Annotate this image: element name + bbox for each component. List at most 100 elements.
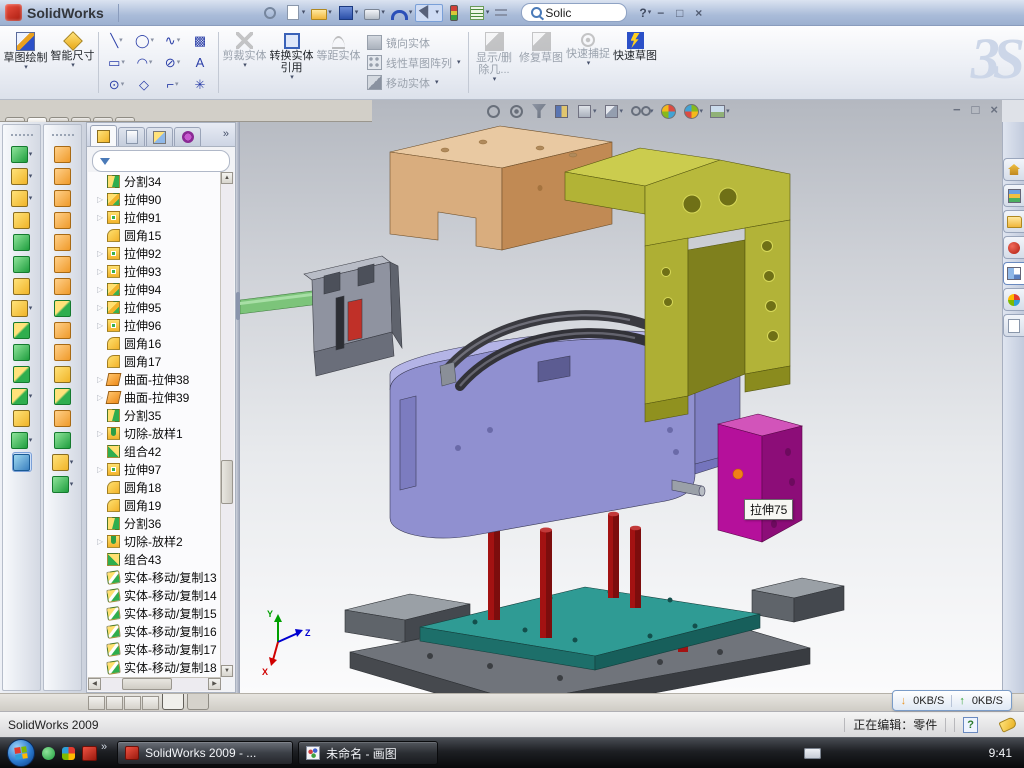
toolbar-button[interactable] bbox=[259, 4, 282, 22]
task-pane-tab[interactable] bbox=[1003, 158, 1024, 181]
ribbon-button[interactable]: 修复草图 bbox=[518, 28, 565, 97]
ribbon-button[interactable]: 快速草图 bbox=[612, 28, 659, 97]
ribbon-button[interactable]: 转换实体引用 ▾ bbox=[268, 28, 315, 97]
sketch-entity-button[interactable]: ▭ ▾ bbox=[103, 52, 130, 74]
view-tool-button[interactable]: ▾ bbox=[630, 104, 654, 118]
feature-tree-item[interactable]: 实体-移动/复制15 bbox=[88, 604, 221, 622]
scroll-thumb[interactable] bbox=[122, 678, 172, 690]
expand-arrow-icon[interactable]: ▷ bbox=[97, 285, 107, 294]
quick-launch-icon[interactable] bbox=[42, 747, 55, 760]
toolbar-button[interactable] bbox=[492, 5, 511, 20]
quick-tips-button[interactable]: ? bbox=[963, 717, 978, 733]
panel-tab[interactable] bbox=[174, 127, 201, 146]
surface-toolbar-button[interactable] bbox=[54, 189, 72, 207]
feature-toolbar-button[interactable] bbox=[13, 365, 31, 383]
feature-tree-item[interactable]: ▷ 曲面-拉伸38 bbox=[88, 370, 221, 388]
expand-arrow-icon[interactable]: ▷ bbox=[97, 537, 107, 546]
surface-toolbar-button[interactable] bbox=[54, 145, 72, 163]
sketch-entity-button[interactable]: ◇ bbox=[131, 74, 158, 96]
expand-arrow-icon[interactable]: ▷ bbox=[97, 429, 107, 438]
view-tool-button[interactable] bbox=[554, 104, 570, 119]
feature-tree-item[interactable]: 组合42 bbox=[88, 442, 221, 460]
view-tool-button[interactable] bbox=[532, 104, 547, 118]
surface-toolbar-button[interactable] bbox=[54, 387, 72, 405]
document-tab[interactable] bbox=[162, 694, 184, 710]
task-pane-tab[interactable] bbox=[1003, 210, 1024, 233]
scroll-thumb[interactable] bbox=[221, 460, 233, 504]
view-tool-button[interactable]: ▾ bbox=[710, 104, 730, 118]
sketch-entity-button[interactable]: ◯ ▾ bbox=[131, 30, 158, 52]
tray-icon[interactable] bbox=[873, 747, 886, 760]
menu-item[interactable] bbox=[197, 9, 215, 17]
expand-arrow-icon[interactable]: ▷ bbox=[97, 249, 107, 258]
tray-icon[interactable] bbox=[945, 747, 958, 760]
task-pane-tab[interactable] bbox=[1003, 288, 1024, 311]
feature-toolbar-button[interactable]: ▾ bbox=[11, 299, 33, 317]
toolbar-button[interactable]: ▾ bbox=[466, 4, 493, 22]
tray-icon[interactable] bbox=[927, 747, 940, 760]
minimize-button[interactable]: − bbox=[651, 6, 670, 20]
feature-tree-item[interactable]: ▷ 切除-放样1 bbox=[88, 424, 221, 442]
feature-tree-item[interactable]: ▷ 拉伸96 bbox=[88, 316, 221, 334]
ribbon-tab[interactable] bbox=[49, 117, 69, 121]
sketch-entity-button[interactable]: ⊘ ▾ bbox=[159, 52, 186, 74]
sketch-entity-button[interactable]: ⊙ ▾ bbox=[103, 74, 130, 96]
graphics-area[interactable]: Y Z X 拉伸75 bbox=[240, 100, 1002, 693]
toolbar-button[interactable]: ▾ bbox=[415, 4, 443, 22]
doc-restore-button[interactable]: □ bbox=[972, 102, 980, 117]
panel-tab[interactable] bbox=[146, 127, 173, 146]
feature-tree-item[interactable]: 圆角15 bbox=[88, 226, 221, 244]
motion-nav-button[interactable] bbox=[124, 696, 141, 710]
scroll-right-icon[interactable]: ▶ bbox=[208, 678, 221, 690]
toolbar-button[interactable]: ▾ bbox=[308, 4, 335, 21]
motion-nav-button[interactable] bbox=[142, 696, 159, 710]
surface-toolbar-button[interactable] bbox=[54, 321, 72, 339]
menu-item[interactable] bbox=[215, 9, 233, 17]
surface-toolbar-button[interactable] bbox=[54, 343, 72, 361]
sketch-entity-button[interactable]: ⌐ ▾ bbox=[159, 74, 186, 96]
feature-toolbar-button[interactable] bbox=[13, 255, 31, 273]
start-button[interactable] bbox=[7, 739, 35, 767]
tray-icon[interactable] bbox=[909, 747, 922, 760]
ribbon-button[interactable]: 镜向实体 bbox=[367, 35, 461, 51]
ribbon-tab[interactable] bbox=[93, 117, 113, 121]
feature-tree-item[interactable]: ▷ 拉伸95 bbox=[88, 298, 221, 316]
task-pane-tab[interactable] bbox=[1003, 314, 1024, 337]
feature-tree-item[interactable]: 圆角18 bbox=[88, 478, 221, 496]
surface-toolbar-button[interactable] bbox=[54, 409, 72, 427]
expand-arrow-icon[interactable]: ▷ bbox=[97, 303, 107, 312]
restore-button[interactable]: □ bbox=[670, 6, 689, 20]
expand-arrow-icon[interactable]: ▷ bbox=[97, 321, 107, 330]
tray-icon[interactable] bbox=[963, 747, 976, 760]
sketch-entity-button[interactable]: ∿ ▾ bbox=[159, 30, 186, 52]
feature-toolbar-button[interactable] bbox=[13, 409, 31, 427]
panel-tab[interactable] bbox=[118, 127, 145, 146]
tree-horizontal-scrollbar[interactable]: ◀ ▶ bbox=[88, 677, 221, 691]
surface-toolbar-button[interactable] bbox=[54, 365, 72, 383]
feature-tree-item[interactable]: ▷ 拉伸92 bbox=[88, 244, 221, 262]
surface-toolbar-button[interactable]: ▾ bbox=[52, 453, 74, 471]
feature-toolbar-button[interactable]: ▾ bbox=[11, 167, 33, 185]
feature-toolbar-button[interactable] bbox=[13, 321, 31, 339]
feature-tree-item[interactable]: 实体-移动/复制18 bbox=[88, 658, 221, 676]
view-tool-button[interactable]: ▾ bbox=[684, 104, 704, 119]
quick-launch-icon[interactable] bbox=[82, 746, 97, 761]
tray-icon[interactable] bbox=[891, 747, 904, 760]
ribbon-button[interactable]: 智能尺寸 ▾ bbox=[49, 28, 96, 97]
view-tool-button[interactable] bbox=[486, 104, 502, 119]
menu-item[interactable] bbox=[233, 9, 251, 17]
menu-item[interactable] bbox=[125, 9, 143, 17]
sketch-entity-button[interactable]: ◠ ▾ bbox=[131, 52, 158, 74]
view-tool-button[interactable]: ▾ bbox=[604, 104, 624, 119]
ribbon-button[interactable]: 显示/删除几... ▾ bbox=[471, 28, 518, 97]
sketch-entity-button[interactable]: A bbox=[187, 52, 214, 74]
toolbar-button[interactable]: ▾ bbox=[282, 3, 309, 22]
feature-tree-item[interactable]: 分割36 bbox=[88, 514, 221, 532]
feature-toolbar-button[interactable]: ▾ bbox=[11, 189, 33, 207]
feature-tree-item[interactable]: ▷ 拉伸93 bbox=[88, 262, 221, 280]
feature-toolbar-button[interactable]: ▾ bbox=[11, 431, 33, 449]
ribbon-tab[interactable] bbox=[5, 117, 25, 121]
expand-arrow-icon[interactable]: ▷ bbox=[97, 213, 107, 222]
tray-icon[interactable] bbox=[837, 747, 850, 760]
feature-tree-item[interactable]: 圆角16 bbox=[88, 334, 221, 352]
